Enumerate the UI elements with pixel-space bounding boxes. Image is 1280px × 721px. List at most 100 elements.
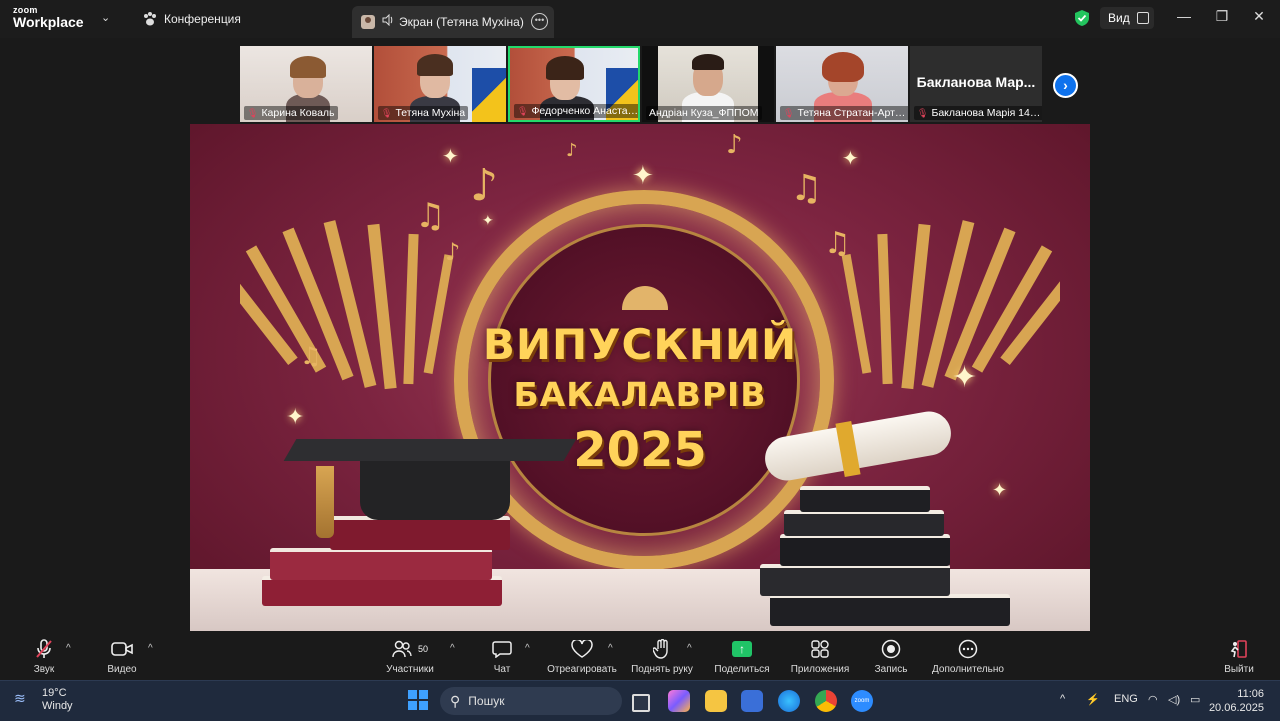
book-icon — [784, 510, 944, 536]
weather-temp: 19°C — [42, 687, 67, 699]
participant-name-text: Андріан Куза_ФППОМ — [649, 107, 759, 119]
more-options-icon[interactable]: ••• — [531, 13, 548, 30]
copilot-icon[interactable] — [668, 690, 690, 712]
system-clock[interactable]: 11:06 20.06.2025 — [1208, 687, 1264, 715]
participant-tile[interactable]: 🎙 Тетяна Стратан-Арти... — [776, 46, 908, 122]
wind-icon: ≋ — [14, 690, 26, 706]
taskbar-search[interactable]: ⚲ Пошук — [440, 687, 622, 715]
audio-options-caret-icon[interactable]: ^ — [66, 643, 71, 654]
video-options-caret-icon[interactable]: ^ — [148, 643, 153, 654]
participant-name-text: Тетяна Стратан-Арти... — [797, 107, 908, 119]
participant-name: 🎙 Тетяна Стратан-Арти... — [780, 106, 908, 120]
paw-icon — [142, 11, 158, 27]
wifi-icon[interactable]: ◠ — [1148, 693, 1158, 706]
file-explorer-icon[interactable] — [705, 690, 727, 712]
apps-button[interactable]: Приложения — [788, 638, 852, 675]
volume-icon[interactable]: ◁) — [1168, 693, 1180, 706]
meeting-toolbar: Звук ^ Видео ^ 50 Участники ^ Чат ^ Отре… — [0, 634, 1280, 680]
minimize-icon[interactable]: — — [1174, 8, 1194, 24]
participant-tile[interactable]: 🎙 Карина Коваль — [240, 46, 372, 122]
participant-name: 🎙Федорченко Анастасія_Ф... — [514, 104, 638, 118]
audio-button[interactable]: Звук — [24, 638, 64, 675]
zoom-logo: zoom Workplace — [13, 6, 84, 30]
book-icon — [262, 576, 502, 606]
participants-label: Участники — [386, 664, 434, 675]
participant-name-text: Тетяна Мухіна — [395, 107, 466, 119]
tab-meeting-label: Конференция — [164, 12, 241, 26]
muted-mic-icon: 🎙 — [917, 108, 929, 118]
apps-icon — [788, 638, 852, 660]
participant-tile[interactable]: 🎙 Тетяна Мухіна — [374, 46, 506, 122]
sparkle-icon: ✦ — [632, 160, 654, 190]
chevron-up-icon[interactable]: ^ — [1060, 693, 1065, 705]
battery-icon[interactable]: ▭ — [1190, 693, 1200, 706]
meeting-area: 🎙 Карина Коваль 🎙 Тетяна Мухіна 🎙 Федорченк… — [0, 38, 1280, 634]
view-button[interactable]: Вид — [1100, 7, 1154, 29]
more-dots-icon — [928, 638, 1008, 660]
sparkle-icon: ✦ — [482, 212, 494, 228]
logo-bottom-text: Workplace — [13, 14, 84, 30]
raise-hand-label: Поднять руку — [631, 664, 693, 675]
participant-name-text: Федорченко Анастасія_Ф... — [531, 105, 638, 117]
title-bar: zoom Workplace ⌄ Конференция Экран (Тетя… — [0, 0, 1280, 38]
participant-tile[interactable]: Бакланова Мар... 🎙 Бакланова Марія 14М... — [910, 46, 1042, 122]
share-button[interactable]: ↑ Поделиться — [712, 638, 772, 675]
leave-button[interactable]: Выйти — [1220, 638, 1258, 675]
more-button[interactable]: Дополнительно — [928, 638, 1008, 675]
avatar-icon — [360, 14, 376, 30]
weather-widget[interactable]: ≋ 19°C Windy — [14, 687, 73, 713]
chrome-icon[interactable] — [815, 690, 837, 712]
shared-screen: ♫ ♪ ♪ ♫ ♪ ♫ ♫ ♪ ✦ ✦ ✦ ✦ ✦ ✦ ✦ ВИПУСКНИЙ … — [190, 124, 1090, 631]
participants-options-caret-icon[interactable]: ^ — [450, 643, 455, 654]
audio-label: Звук — [33, 664, 55, 675]
muted-mic-icon: 🎙 — [783, 108, 795, 118]
leave-icon — [1220, 638, 1258, 660]
participant-name-text: Бакланова Марія 14М... — [931, 107, 1042, 119]
store-icon[interactable] — [741, 690, 763, 712]
sparkle-icon: ✦ — [442, 146, 459, 168]
zoom-app-icon[interactable]: zoom — [851, 690, 873, 712]
muted-mic-icon: 🎙 — [381, 108, 393, 118]
edge-icon[interactable] — [778, 690, 800, 712]
record-icon — [868, 638, 914, 660]
raise-hand-button[interactable]: Поднять руку — [628, 638, 696, 675]
windows-start-icon[interactable] — [408, 690, 428, 710]
video-button[interactable]: Видео — [100, 638, 144, 675]
book-icon — [760, 564, 950, 596]
chevron-down-icon[interactable]: ⌄ — [101, 11, 110, 24]
clock-date: 20.06.2025 — [1208, 702, 1264, 714]
speaker-icon — [382, 13, 394, 30]
record-button[interactable]: Запись — [868, 638, 914, 675]
react-options-caret-icon[interactable]: ^ — [608, 643, 613, 654]
chat-button[interactable]: Чат — [486, 638, 518, 675]
record-label: Запись — [874, 664, 908, 675]
book-icon — [330, 516, 510, 550]
chat-icon — [486, 638, 518, 660]
windows-taskbar: ≋ 19°C Windy ⚲ Пошук zoom ^ ⚡ ENG ◠ ◁) ▭… — [0, 680, 1280, 721]
network-status-icon[interactable]: ⚡ — [1086, 693, 1100, 706]
grid-icon — [1136, 12, 1149, 24]
participant-name: 🎙 Бакланова Марія 14М... — [914, 106, 1042, 120]
task-view-icon[interactable] — [632, 694, 650, 712]
security-shield-icon[interactable] — [1074, 9, 1090, 27]
participant-tile[interactable]: Андріан Куза_ФППОМ — [642, 46, 774, 122]
muted-mic-icon: 🎙 — [247, 108, 259, 118]
participants-icon: 50 — [382, 638, 438, 660]
banner-line-2: БАКАЛАВРІВ — [513, 375, 767, 414]
book-icon — [780, 534, 950, 566]
participant-name-text: Карина Коваль — [261, 107, 335, 119]
book-icon — [770, 594, 1010, 626]
raise-hand-options-caret-icon[interactable]: ^ — [687, 643, 692, 654]
chat-options-caret-icon[interactable]: ^ — [525, 643, 530, 654]
close-icon[interactable]: ✕ — [1249, 8, 1269, 25]
music-note-icon: ♪ — [726, 130, 743, 160]
participants-button[interactable]: 50 Участники — [382, 638, 438, 675]
view-label: Вид — [1108, 11, 1130, 25]
tab-meeting[interactable]: Конференция — [140, 0, 342, 38]
next-page-button[interactable]: › — [1053, 73, 1078, 98]
clock-time: 11:06 — [1237, 688, 1264, 700]
language-indicator[interactable]: ENG — [1114, 693, 1138, 705]
tab-screen[interactable]: Экран (Тетяна Мухіна) ••• — [352, 6, 554, 38]
restore-icon[interactable]: ❐ — [1212, 8, 1232, 25]
participant-tile-active[interactable]: 🎙Федорченко Анастасія_Ф... — [508, 46, 640, 122]
